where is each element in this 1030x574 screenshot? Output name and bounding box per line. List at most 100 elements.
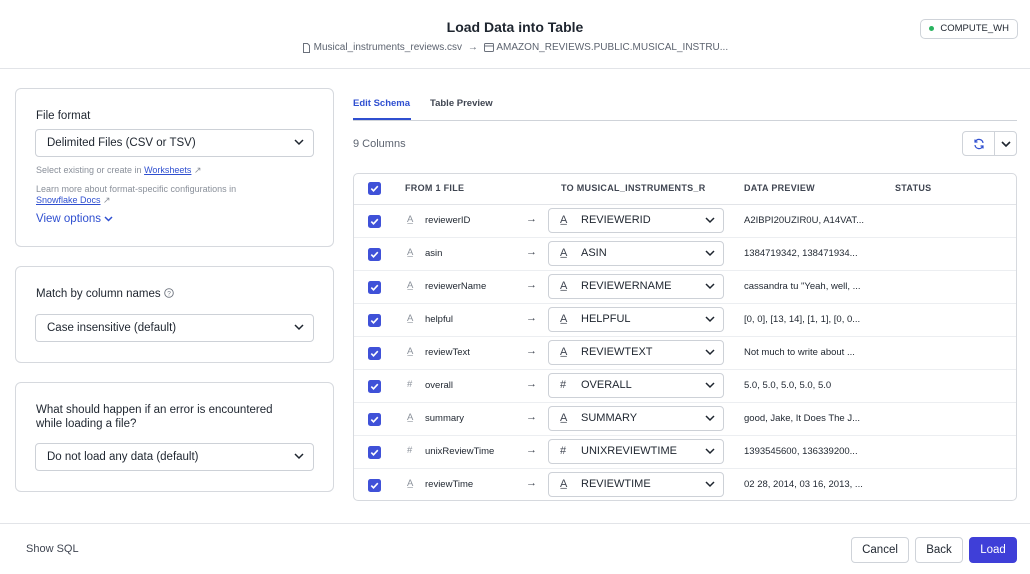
error-value: Do not load any data (default): [47, 451, 199, 463]
text-icon: A̲: [560, 247, 568, 259]
target-column-select[interactable]: A̲ HELPFUL: [548, 307, 724, 332]
row-checkbox[interactable]: [368, 380, 381, 393]
chevron-down-icon: [705, 217, 715, 224]
load-button[interactable]: Load: [969, 537, 1017, 563]
worksheets-hint: Select existing or create in Worksheets …: [36, 165, 202, 176]
table-icon: [483, 43, 494, 52]
row-checkbox[interactable]: [368, 413, 381, 426]
text-icon: A̲: [560, 412, 568, 424]
worksheets-hint-text: Select existing or create in: [36, 165, 142, 175]
breadcrumb: Musical_instruments_reviews.csv → AMAZON…: [0, 42, 1030, 53]
warehouse-badge[interactable]: COMPUTE_WH: [920, 19, 1018, 39]
source-column-name: unixReviewTime: [425, 446, 495, 457]
table-row: A̲ reviewerName → A̲ REVIEWERNAME cassandra t…: [354, 271, 1016, 304]
text-icon: A̲: [407, 478, 414, 489]
header-data-preview: DATA PREVIEW: [744, 183, 815, 193]
chevron-down-icon: [705, 349, 715, 356]
target-column-select[interactable]: # UNIXREVIEWTIME: [548, 439, 724, 464]
number-icon: #: [407, 445, 413, 456]
row-checkbox[interactable]: [368, 314, 381, 327]
source-column-name: asin: [425, 248, 443, 259]
target-column-name: UNIXREVIEWTIME: [581, 445, 677, 457]
snowflake-docs-link[interactable]: Snowflake Docs: [36, 195, 101, 205]
refresh-control: [962, 131, 1017, 156]
table-row: # unixReviewTime → # UNIXREVIEWTIME 139354560…: [354, 436, 1016, 469]
warehouse-name: COMPUTE_WH: [940, 23, 1009, 34]
chevron-down-icon: [294, 139, 304, 146]
select-all-checkbox[interactable]: [368, 182, 381, 195]
refresh-button[interactable]: [962, 131, 995, 156]
chevron-down-icon: [104, 216, 113, 222]
table-header: FROM 1 FILE TO MUSICAL_INSTRUMENTS_R DAT…: [354, 174, 1016, 205]
svg-text:?: ?: [167, 290, 171, 297]
text-icon: A̲: [560, 280, 568, 292]
table-row: A̲ summary → A̲ SUMMARY good, Jake, It Does T…: [354, 403, 1016, 436]
data-preview-cell: A2IBPI20UZIR0U, A14VAT...: [744, 215, 865, 226]
chevron-down-icon: [705, 283, 715, 290]
header-from-file: FROM 1 FILE: [405, 183, 465, 193]
source-column-name: reviewerName: [425, 281, 487, 292]
active-tab-indicator: [353, 118, 411, 120]
target-column-select[interactable]: A̲ REVIEWERID: [548, 208, 724, 233]
text-icon: A̲: [407, 214, 414, 225]
column-count: 9 Columns: [353, 138, 406, 150]
arrow-right-icon: →: [526, 312, 537, 324]
table-row: # overall → # OVERALL 5.0, 5.0, 5.0, 5.0, 5.0: [354, 370, 1016, 403]
refresh-options-button[interactable]: [994, 131, 1017, 156]
tab-table-preview[interactable]: Table Preview: [430, 98, 493, 109]
target-column-name: REVIEWTEXT: [581, 346, 653, 358]
text-icon: A̲: [560, 478, 568, 490]
row-checkbox[interactable]: [368, 248, 381, 261]
help-icon[interactable]: ?: [164, 288, 174, 298]
data-preview-cell: 1384719342, 138471934...: [744, 248, 858, 259]
view-options-link[interactable]: View options: [36, 213, 113, 225]
row-checkbox[interactable]: [368, 215, 381, 228]
table-row: A̲ helpful → A̲ HELPFUL [0, 0], [13, 14], [1,…: [354, 304, 1016, 337]
match-select[interactable]: Case insensitive (default): [35, 314, 314, 342]
text-icon: A̲: [407, 280, 414, 291]
schema-table: FROM 1 FILE TO MUSICAL_INSTRUMENTS_R DAT…: [353, 173, 1017, 501]
tab-edit-schema[interactable]: Edit Schema: [353, 98, 410, 109]
target-column-name: REVIEWTIME: [581, 478, 651, 490]
error-label-line2: while loading a file?: [36, 418, 137, 430]
arrow-right-icon: →: [467, 42, 478, 53]
text-icon: A̲: [560, 313, 568, 325]
target-column-select[interactable]: # OVERALL: [548, 373, 724, 398]
chevron-down-icon: [705, 415, 715, 422]
target-column-select[interactable]: A̲ ASIN: [548, 241, 724, 266]
row-checkbox[interactable]: [368, 446, 381, 459]
source-column-name: overall: [425, 380, 453, 391]
row-checkbox[interactable]: [368, 479, 381, 492]
target-column-select[interactable]: A̲ REVIEWTEXT: [548, 340, 724, 365]
target-column-name: REVIEWERNAME: [581, 280, 672, 292]
error-select[interactable]: Do not load any data (default): [35, 443, 314, 471]
text-icon: A̲: [560, 214, 568, 226]
source-column-name: helpful: [425, 314, 453, 325]
worksheets-link[interactable]: Worksheets: [144, 165, 191, 175]
target-column-select[interactable]: A̲ REVIEWTIME: [548, 472, 724, 497]
target-table: AMAZON_REVIEWS.PUBLIC.MUSICAL_INSTRU...: [496, 42, 729, 53]
text-icon: A̲: [407, 412, 414, 423]
text-icon: A̲: [407, 247, 414, 258]
file-icon: [302, 42, 310, 53]
target-column-name: REVIEWERID: [581, 214, 651, 226]
target-column-select[interactable]: A̲ SUMMARY: [548, 406, 724, 431]
error-label-line1: What should happen if an error is encoun…: [36, 404, 273, 416]
back-button[interactable]: Back: [915, 537, 963, 563]
header: Load Data into Table Musical_instruments…: [0, 0, 1030, 69]
chevron-down-icon: [705, 382, 715, 389]
target-column-name: ASIN: [581, 247, 607, 259]
cancel-button[interactable]: Cancel: [851, 537, 909, 563]
target-column-select[interactable]: A̲ REVIEWERNAME: [548, 274, 724, 299]
show-sql-button[interactable]: Show SQL: [26, 543, 79, 555]
chevron-down-icon: [294, 453, 304, 460]
source-column-name: reviewText: [425, 347, 470, 358]
file-format-select[interactable]: Delimited Files (CSV or TSV): [35, 129, 314, 157]
view-options-label: View options: [36, 213, 101, 225]
row-checkbox[interactable]: [368, 281, 381, 294]
target-column-name: SUMMARY: [581, 412, 638, 424]
data-preview-cell: 02 28, 2014, 03 16, 2013, ...: [744, 479, 863, 490]
table-row: A̲ reviewText → A̲ REVIEWTEXT Not much to wri…: [354, 337, 1016, 370]
error-card: What should happen if an error is encoun…: [15, 382, 334, 492]
row-checkbox[interactable]: [368, 347, 381, 360]
